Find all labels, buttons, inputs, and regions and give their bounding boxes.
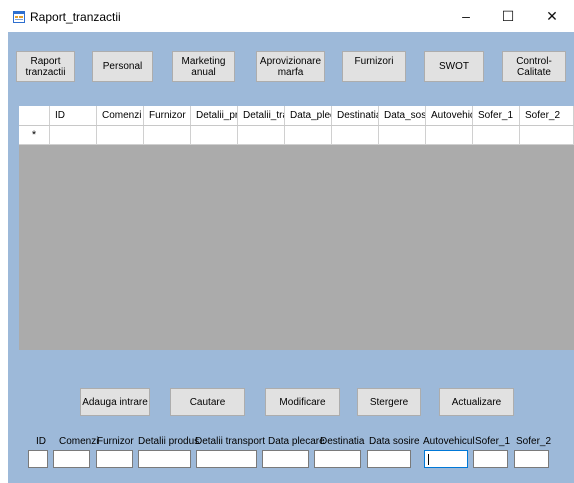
- column-header[interactable]: Comenzi: [97, 106, 144, 125]
- window-title: Raport_tranzactii: [30, 10, 121, 24]
- column-header[interactable]: Sofer_1: [473, 106, 520, 125]
- grid-cell[interactable]: [285, 126, 332, 145]
- column-header[interactable]: Autovehicu: [426, 106, 473, 125]
- furnizori-button[interactable]: Furnizori: [342, 51, 406, 82]
- column-header[interactable]: Data_sosire: [379, 106, 426, 125]
- id-label: ID: [36, 436, 46, 447]
- swot-button[interactable]: SWOT: [424, 51, 484, 82]
- data-plecare-field[interactable]: [262, 450, 309, 468]
- grid-cell[interactable]: [238, 126, 285, 145]
- sofer-2-field[interactable]: [514, 450, 549, 468]
- stergere-button[interactable]: Stergere: [357, 388, 421, 416]
- grid-cell[interactable]: [144, 126, 191, 145]
- grid-corner[interactable]: [19, 106, 50, 125]
- grid-cell[interactable]: [520, 126, 574, 145]
- detalii-produs-label: Detalii produs: [138, 436, 200, 447]
- adauga-intrare-button[interactable]: Adauga intrare: [80, 388, 150, 416]
- grid-cell[interactable]: [379, 126, 426, 145]
- furnizor-field[interactable]: [96, 450, 133, 468]
- marketing-anual-button[interactable]: Marketing anual: [172, 51, 235, 82]
- column-header[interactable]: Sofer_2: [520, 106, 574, 125]
- column-header[interactable]: Furnizor: [144, 106, 191, 125]
- maximize-button[interactable]: ☐: [488, 4, 528, 28]
- sofer-1-field[interactable]: [473, 450, 508, 468]
- close-button[interactable]: ✕: [532, 4, 572, 28]
- control-calitate-button[interactable]: Control-Calitate: [502, 51, 566, 82]
- data-sosire-label: Data sosire: [369, 436, 420, 447]
- actualizare-button[interactable]: Actualizare: [439, 388, 514, 416]
- id-field[interactable]: [28, 450, 48, 468]
- detalii-produs-field[interactable]: [138, 450, 191, 468]
- title-bar[interactable]: Raport_tranzactii – ☐ ✕: [0, 0, 574, 32]
- column-header[interactable]: ID: [50, 106, 97, 125]
- aprovizionare-marfa-button[interactable]: Aprovizionare marfa: [256, 51, 325, 82]
- new-row-marker[interactable]: *: [19, 126, 50, 145]
- raport-tranzactii-button[interactable]: Raport tranzactii: [16, 51, 75, 82]
- personal-button[interactable]: Personal: [92, 51, 153, 82]
- column-header[interactable]: Destinatia: [332, 106, 379, 125]
- grid-cell[interactable]: [50, 126, 97, 145]
- column-header[interactable]: Detalii_produ: [191, 106, 238, 125]
- modificare-button[interactable]: Modificare: [265, 388, 340, 416]
- grid-header: ID Comenzi Furnizor Detalii_produ Detali…: [19, 106, 574, 126]
- minimize-button[interactable]: –: [446, 4, 486, 28]
- autovehicul-label: Autovehicul: [423, 436, 475, 447]
- form-icon: [13, 11, 25, 23]
- grid-cell[interactable]: [97, 126, 144, 145]
- data-grid[interactable]: ID Comenzi Furnizor Detalii_produ Detali…: [19, 106, 574, 350]
- grid-cell[interactable]: [191, 126, 238, 145]
- column-header[interactable]: Detalii_tran: [238, 106, 285, 125]
- comenzi-label: Comenzi: [59, 436, 99, 447]
- destinatia-label: Destinatia: [320, 436, 365, 447]
- grid-cell[interactable]: [332, 126, 379, 145]
- form-client-area: Raport tranzactii Personal Marketing anu…: [8, 32, 574, 483]
- data-sosire-field[interactable]: [367, 450, 411, 468]
- comenzi-field[interactable]: [53, 450, 90, 468]
- furnizor-label: Furnizor: [97, 436, 134, 447]
- column-header[interactable]: Data_plecar: [285, 106, 332, 125]
- detalii-transport-label: Detalii transport: [195, 436, 266, 447]
- sofer-2-label: Sofer_2: [516, 436, 552, 447]
- text-caret: [428, 454, 429, 465]
- cautare-button[interactable]: Cautare: [170, 388, 245, 416]
- grid-cell[interactable]: [426, 126, 473, 145]
- destinatia-field[interactable]: [314, 450, 361, 468]
- new-row[interactable]: *: [19, 126, 574, 145]
- sofer-1-label: Sofer_1: [475, 436, 511, 447]
- grid-cell[interactable]: [473, 126, 520, 145]
- autovehicul-field[interactable]: [424, 450, 468, 468]
- detalii-transport-field[interactable]: [196, 450, 257, 468]
- data-plecare-label: Data plecare: [268, 436, 325, 447]
